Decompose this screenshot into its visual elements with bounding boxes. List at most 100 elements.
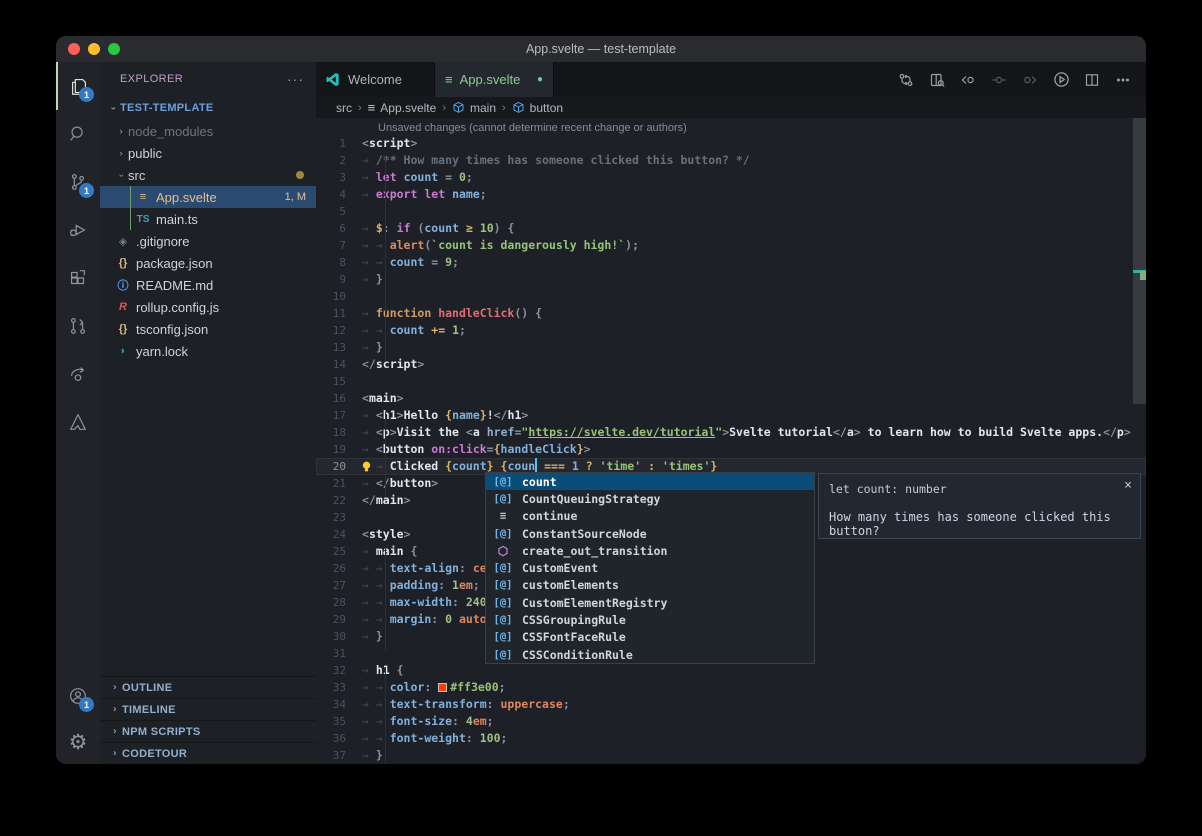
code-text[interactable]: <script> (362, 135, 1146, 152)
tree-file-main.ts[interactable]: TSmain.ts (100, 208, 316, 230)
code-text[interactable]: → → font-weight: 100; (362, 730, 1146, 747)
breadcrumb-button[interactable]: button (512, 101, 563, 115)
tree-root-test-template[interactable]: › TEST-TEMPLATE (100, 96, 316, 120)
code-line-18[interactable]: 18→ <p>Visit the <a href="https://svelte… (316, 424, 1146, 441)
line-number[interactable]: 11 (316, 305, 362, 322)
line-number[interactable]: 12 (316, 322, 362, 339)
zoom-window-button[interactable] (108, 43, 120, 55)
line-number[interactable]: 18 (316, 424, 362, 441)
minimize-window-button[interactable] (88, 43, 100, 55)
line-number[interactable]: 13 (316, 339, 362, 356)
activity-explorer[interactable]: 1 (56, 62, 100, 110)
line-number[interactable]: 26 (316, 560, 362, 577)
tree-file-.gitignore[interactable]: ◈.gitignore (100, 230, 316, 252)
code-text[interactable]: → <p>Visit the <a href="https://svelte.d… (362, 424, 1146, 441)
code-text[interactable]: → } (362, 271, 1146, 288)
line-number[interactable]: 27 (316, 577, 362, 594)
open-preview-icon[interactable] (926, 69, 948, 91)
activity-azure[interactable] (56, 398, 100, 446)
panel-outline[interactable]: ›OUTLINE (100, 676, 316, 698)
activity-live-share[interactable] (56, 350, 100, 398)
tree-folder-node_modules[interactable]: ›node_modules (100, 120, 316, 142)
line-number[interactable]: 24 (316, 526, 362, 543)
code-text[interactable] (362, 373, 1146, 390)
lightbulb-icon[interactable] (360, 460, 373, 473)
suggest-item-CSSConditionRule[interactable]: [@]CSSConditionRule (486, 646, 814, 663)
code-line-34[interactable]: 34→ → text-transform: uppercase; (316, 696, 1146, 713)
code-line-11[interactable]: 11→ function handleClick() { (316, 305, 1146, 322)
code-text[interactable]: </script> (362, 356, 1146, 373)
suggest-item-ConstantSourceNode[interactable]: [@]ConstantSourceNode (486, 525, 814, 542)
code-line-6[interactable]: 6→ $: if (count ≥ 10) { (316, 220, 1146, 237)
line-number[interactable]: 22 (316, 492, 362, 509)
code-line-15[interactable]: 15 (316, 373, 1146, 390)
line-number[interactable]: 17 (316, 407, 362, 424)
line-number[interactable]: 4 (316, 186, 362, 203)
breadcrumb-app-svelte[interactable]: ≡App.svelte (368, 100, 437, 115)
line-number[interactable]: 19 (316, 441, 362, 458)
code-line-9[interactable]: 9→ } (316, 271, 1146, 288)
code-line-4[interactable]: 4→ export let name; (316, 186, 1146, 203)
panel-codetour[interactable]: ›CODETOUR (100, 742, 316, 764)
tree-file-package.json[interactable]: {}package.json (100, 252, 316, 274)
suggest-item-CustomElementRegistry[interactable]: [@]CustomElementRegistry (486, 594, 814, 611)
scrollbar-slider[interactable] (1133, 118, 1146, 404)
activity-run-debug[interactable] (56, 206, 100, 254)
line-number[interactable]: 25 (316, 543, 362, 560)
code-text[interactable]: → <h1>Hello {name}!</h1> (362, 407, 1146, 424)
panel-npm-scripts[interactable]: ›NPM SCRIPTS (100, 720, 316, 742)
code-text[interactable]: <main> (362, 390, 1146, 407)
activity-search[interactable] (56, 110, 100, 158)
activity-github-pr[interactable] (56, 302, 100, 350)
color-swatch[interactable] (438, 683, 447, 692)
split-editor-icon[interactable] (1081, 69, 1103, 91)
code-text[interactable]: → → text-transform: uppercase; (362, 696, 1146, 713)
code-text[interactable]: → $: if (count ≥ 10) { (362, 220, 1146, 237)
code-line-7[interactable]: 7→ → alert(`count is dangerously high!`)… (316, 237, 1146, 254)
line-number[interactable]: 9 (316, 271, 362, 288)
tree-file-yarn.lock[interactable]: ◗yarn.lock (100, 340, 316, 362)
code-line-17[interactable]: 17→ <h1>Hello {name}!</h1> (316, 407, 1146, 424)
code-text[interactable]: → } (362, 747, 1146, 764)
settings-button[interactable]: ⚙ (56, 720, 100, 764)
tree-file-App.svelte[interactable]: ≡App.svelte1, M (100, 186, 316, 208)
code-text[interactable]: → /** How many times has someone clicked… (362, 152, 1146, 169)
suggest-item-customElements[interactable]: [@]customElements (486, 577, 814, 594)
code-text[interactable]: → h1 { (362, 662, 1146, 679)
code-line-10[interactable]: 10 (316, 288, 1146, 305)
line-number[interactable]: 2 (316, 152, 362, 169)
suggest-item-CSSGroupingRule[interactable]: [@]CSSGroupingRule (486, 611, 814, 628)
line-number[interactable]: 30 (316, 628, 362, 645)
line-number[interactable]: 15 (316, 373, 362, 390)
line-number[interactable]: 1 (316, 135, 362, 152)
prev-change-icon[interactable] (957, 69, 979, 91)
tree-file-rollup.config.js[interactable]: Rrollup.config.js (100, 296, 316, 318)
code-text[interactable]: → → color: #ff3e00; (362, 679, 1146, 696)
line-number[interactable]: 34 (316, 696, 362, 713)
code-text[interactable]: → → alert(`count is dangerously high!`); (362, 237, 1146, 254)
suggest-item-create_out_transition[interactable]: ⬡create_out_transition (486, 542, 814, 559)
more-actions-icon[interactable] (1112, 69, 1134, 91)
panel-timeline[interactable]: ›TIMELINE (100, 698, 316, 720)
line-number[interactable]: 10 (316, 288, 362, 305)
code-line-36[interactable]: 36→ → font-weight: 100; (316, 730, 1146, 747)
accounts-button[interactable]: 1 (56, 672, 100, 720)
line-number[interactable]: 31 (316, 645, 362, 662)
code-text[interactable] (362, 288, 1146, 305)
code-text[interactable] (362, 203, 1146, 220)
suggest-item-CSSFontFaceRule[interactable]: [@]CSSFontFaceRule (486, 629, 814, 646)
code-line-1[interactable]: 1<script> (316, 135, 1146, 152)
codelens-unsaved-changes[interactable]: Unsaved changes (cannot determine recent… (316, 118, 1146, 135)
line-number[interactable]: 8 (316, 254, 362, 271)
line-number[interactable]: 37 (316, 747, 362, 764)
changes-icon[interactable] (988, 69, 1010, 91)
line-number[interactable]: 3 (316, 169, 362, 186)
git-compare-icon[interactable] (895, 69, 917, 91)
code-line-32[interactable]: 32→ h1 { (316, 662, 1146, 679)
code-text[interactable]: → → count += 1; (362, 322, 1146, 339)
line-number[interactable]: 16 (316, 390, 362, 407)
line-number[interactable]: 29 (316, 611, 362, 628)
line-number[interactable]: 35 (316, 713, 362, 730)
line-number[interactable]: 28 (316, 594, 362, 611)
code-line-8[interactable]: 8→ → count = 9; (316, 254, 1146, 271)
